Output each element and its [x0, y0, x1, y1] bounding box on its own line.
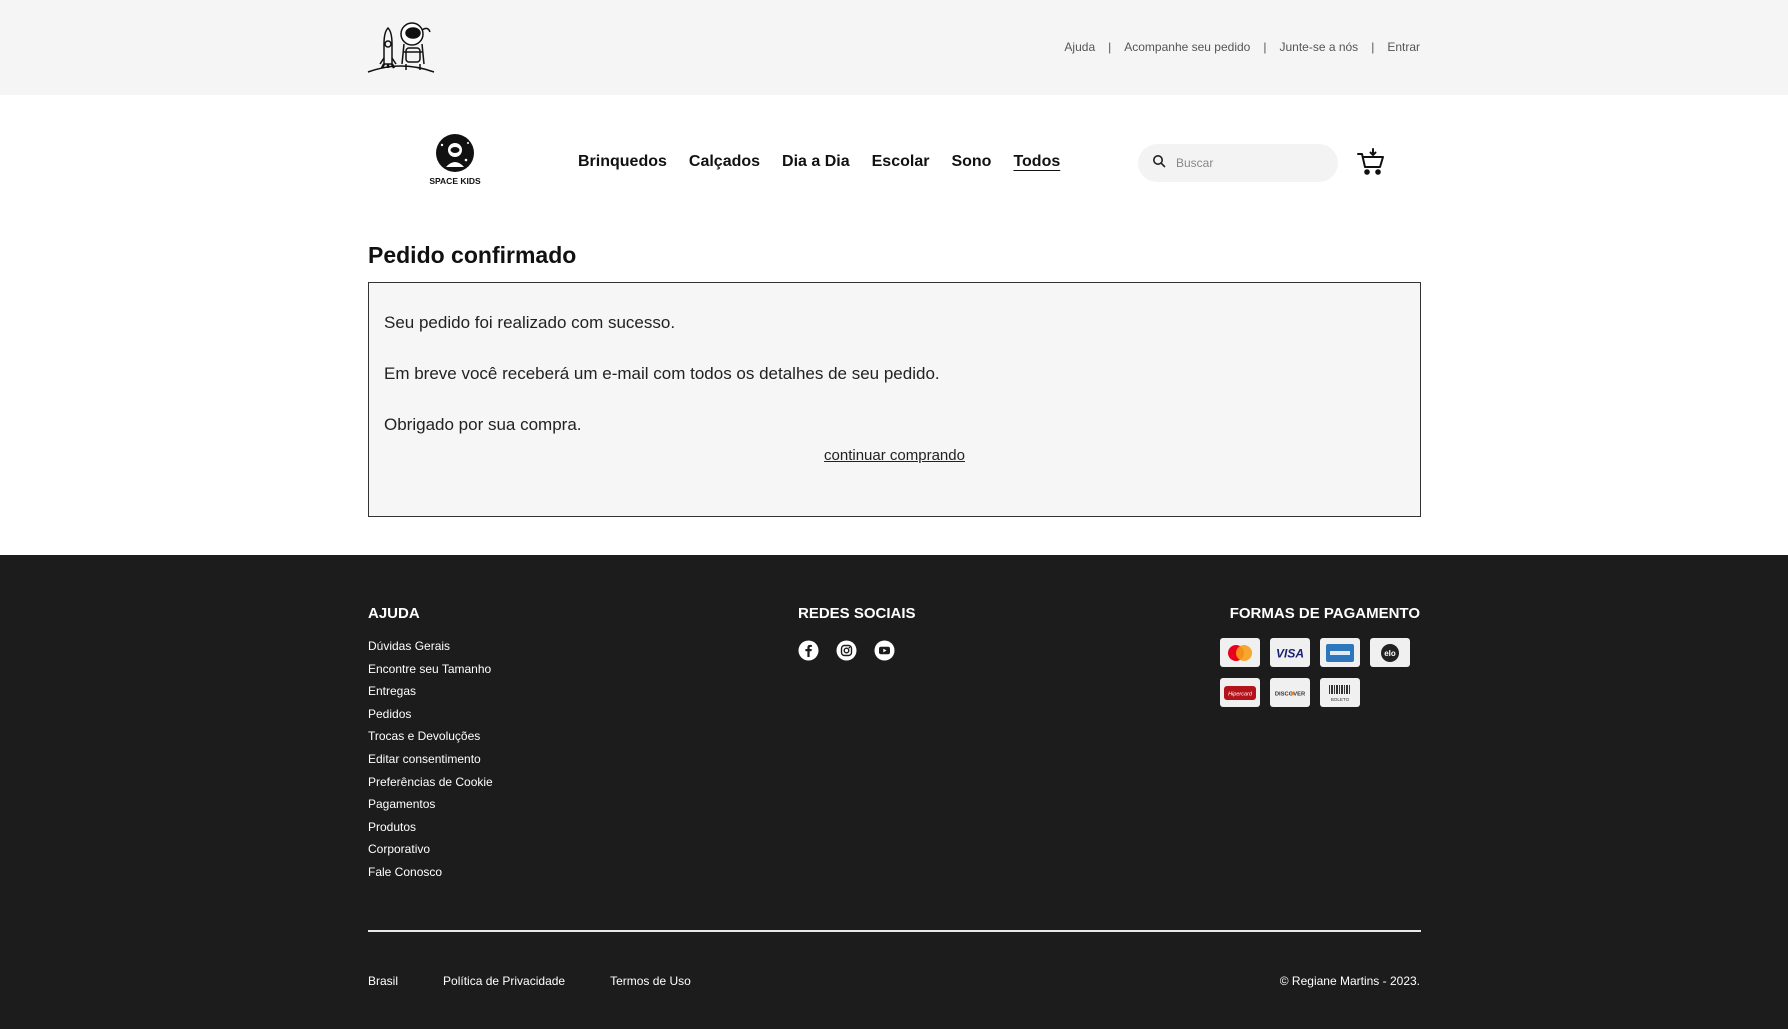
email-notice-message: Em breve você receberá um e-mail com tod… [384, 364, 940, 383]
svg-text:DISCOVER: DISCOVER [1275, 691, 1306, 697]
continue-shopping-link[interactable]: continuar comprando [369, 447, 1420, 464]
track-order-link[interactable]: Acompanhe seu pedido [1124, 40, 1250, 54]
social-section-title: REDES SOCIAIS [798, 605, 916, 622]
help-link-entregas[interactable]: Entregas [368, 684, 493, 707]
help-link-cookie[interactable]: Preferências de Cookie [368, 775, 493, 798]
instagram-icon[interactable] [836, 640, 857, 661]
main-navbar: SPACE KIDS Brinquedos Calçados Dia a Dia… [0, 95, 1788, 225]
separator: | [1371, 40, 1375, 54]
visa-icon: VISA [1270, 638, 1310, 667]
facebook-icon[interactable] [798, 640, 819, 661]
space-kids-logo[interactable]: SPACE KIDS [428, 133, 482, 189]
page-title: Pedido confirmado [368, 242, 577, 268]
help-link-corporativo[interactable]: Corporativo [368, 842, 493, 865]
separator: | [1263, 40, 1267, 54]
help-link-duvidas-gerais[interactable]: Dúvidas Gerais [368, 639, 493, 662]
nav-item-sono[interactable]: Sono [951, 153, 991, 171]
brand-wordmark: SPACE KIDS [429, 176, 481, 186]
footer: AJUDA Dúvidas Gerais Encontre seu Tamanh… [0, 555, 1788, 1029]
help-link-fale-conosco[interactable]: Fale Conosco [368, 865, 493, 888]
help-link-encontre-tamanho[interactable]: Encontre seu Tamanho [368, 662, 493, 685]
terms-of-use-link[interactable]: Termos de Uso [610, 974, 691, 988]
footer-divider [368, 930, 1421, 932]
nav-item-todos[interactable]: Todos [1013, 153, 1060, 171]
separator: | [1108, 40, 1112, 54]
astronaut-logo-icon[interactable] [366, 20, 436, 76]
help-links-list: Dúvidas Gerais Encontre seu Tamanho Entr… [368, 639, 493, 888]
top-utility-bar: Ajuda | Acompanhe seu pedido | Junte-se … [0, 0, 1788, 95]
help-link-editar-consentimento[interactable]: Editar consentimento [368, 752, 493, 775]
help-link-produtos[interactable]: Produtos [368, 820, 493, 843]
search-bar[interactable] [1138, 144, 1338, 182]
discover-icon: DISCOVER [1270, 678, 1310, 707]
cart-icon[interactable] [1356, 147, 1386, 177]
nav-item-escolar[interactable]: Escolar [872, 153, 930, 171]
nav-item-dia-a-dia[interactable]: Dia a Dia [782, 153, 850, 171]
success-message: Seu pedido foi realizado com sucesso. [384, 313, 676, 332]
privacy-policy-link[interactable]: Política de Privacidade [443, 974, 565, 988]
search-icon [1152, 154, 1166, 173]
order-confirmation-box: Seu pedido foi realizado com sucesso. Em… [368, 282, 1421, 517]
youtube-icon[interactable] [874, 640, 895, 661]
payment-section-title: FORMAS DE PAGAMENTO [1229, 605, 1420, 622]
nav-item-brinquedos[interactable]: Brinquedos [578, 153, 667, 171]
sign-in-link[interactable]: Entrar [1387, 40, 1420, 54]
search-input[interactable] [1176, 156, 1326, 170]
nav-item-calcados[interactable]: Calçados [689, 153, 760, 171]
mastercard-icon [1220, 638, 1260, 667]
hipercard-icon: Hipercard [1220, 678, 1260, 707]
help-link-pedidos[interactable]: Pedidos [368, 707, 493, 730]
svg-text:BOLETO: BOLETO [1331, 697, 1350, 702]
svg-text:Hipercard: Hipercard [1228, 691, 1253, 697]
help-link-pagamentos[interactable]: Pagamentos [368, 797, 493, 820]
svg-text:VISA: VISA [1276, 646, 1304, 660]
category-nav: Brinquedos Calçados Dia a Dia Escolar So… [578, 153, 1060, 171]
elo-icon: elo [1370, 638, 1410, 667]
social-icons [798, 640, 895, 661]
join-us-link[interactable]: Junte-se a nós [1279, 40, 1358, 54]
help-link-trocas[interactable]: Trocas e Devoluções [368, 729, 493, 752]
thank-you-message: Obrigado por sua compra. [384, 415, 582, 434]
payment-methods: VISA elo Hipercard DISCOVER BOLETO [1220, 638, 1420, 707]
amex-icon [1320, 638, 1360, 667]
help-link[interactable]: Ajuda [1064, 40, 1095, 54]
boleto-icon: BOLETO [1320, 678, 1360, 707]
help-section-title: AJUDA [368, 605, 420, 622]
copyright-text: © Regiane Martins - 2023. [1279, 974, 1420, 988]
country-link[interactable]: Brasil [368, 974, 398, 988]
svg-text:elo: elo [1384, 649, 1396, 658]
footer-bottom-links: Brasil Política de Privacidade Termos de… [368, 974, 691, 988]
utility-links: Ajuda | Acompanhe seu pedido | Junte-se … [1064, 40, 1420, 54]
